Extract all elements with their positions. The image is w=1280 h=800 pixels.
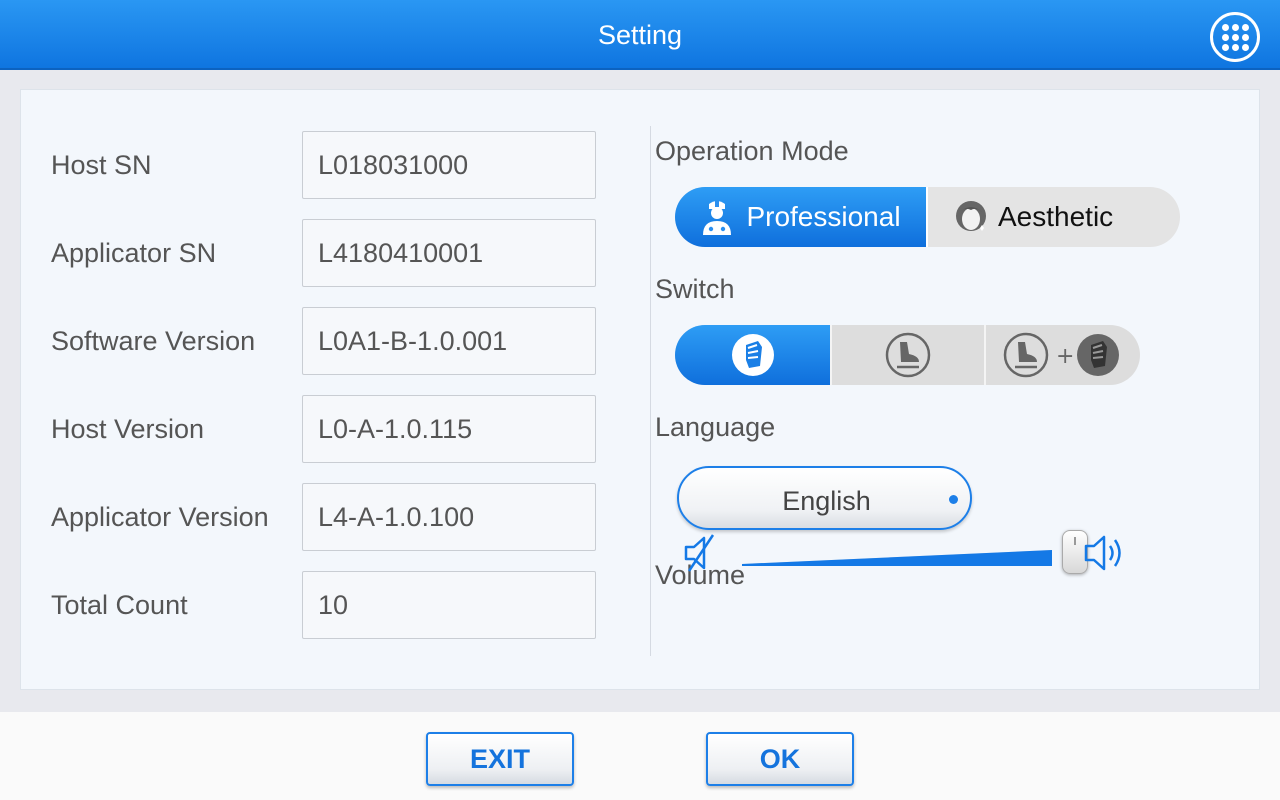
switch-foot-hand-button[interactable]: + xyxy=(984,325,1140,385)
mode-aesthetic-button[interactable]: Aesthetic xyxy=(926,187,1180,247)
hand-applicator-icon xyxy=(731,334,774,376)
total-count-field: 10 xyxy=(302,571,596,639)
software-version-label: Software Version xyxy=(51,326,256,356)
ok-button[interactable]: OK xyxy=(706,732,854,786)
applicator-version-label: Applicator Version xyxy=(51,502,269,532)
host-sn-field: L018031000 xyxy=(302,131,596,199)
foot-plus-hand-icon: + xyxy=(1003,332,1119,378)
switch-label: Switch xyxy=(655,274,735,304)
woman-face-icon xyxy=(956,201,986,231)
language-value: English xyxy=(782,486,871,516)
column-divider xyxy=(650,126,651,656)
doctor-icon xyxy=(703,201,732,235)
svg-text:+: + xyxy=(1056,344,1074,369)
switch-foot-button[interactable] xyxy=(830,325,984,385)
title-bar: Setting xyxy=(0,0,1280,70)
dropdown-indicator-icon xyxy=(949,495,958,504)
host-version-label: Host Version xyxy=(51,414,205,444)
switch-toggle: + xyxy=(675,325,1140,385)
settings-panel: Host SN L018031000 Applicator SN L418041… xyxy=(20,89,1260,690)
host-version-field: L0-A-1.0.115 xyxy=(302,395,596,463)
foot-switch-icon xyxy=(885,332,931,378)
operation-mode-label: Operation Mode xyxy=(655,136,849,166)
mode-professional-button[interactable]: Professional xyxy=(675,187,926,247)
mode-aesthetic-label: Aesthetic xyxy=(998,201,1114,232)
apps-grid-icon[interactable] xyxy=(1210,12,1260,62)
volume-mute-icon[interactable] xyxy=(683,533,719,573)
applicator-version-field: L4-A-1.0.100 xyxy=(302,483,596,551)
operation-mode-toggle: Professional Aesthetic xyxy=(675,187,1180,247)
software-version-field: L0A1-B-1.0.001 xyxy=(302,307,596,375)
volume-max-icon[interactable] xyxy=(1083,532,1129,574)
total-count-label: Total Count xyxy=(51,590,188,620)
footer-bar: EXIT OK xyxy=(0,712,1280,800)
exit-button[interactable]: EXIT xyxy=(426,732,574,786)
host-sn-label: Host SN xyxy=(51,150,152,180)
page-title: Setting xyxy=(597,20,683,50)
mode-professional-label: Professional xyxy=(746,201,901,232)
language-label: Language xyxy=(655,412,776,442)
applicator-sn-field: L4180410001 xyxy=(302,219,596,287)
language-select[interactable]: English xyxy=(677,466,972,530)
volume-slider-track[interactable] xyxy=(740,548,1054,574)
switch-hand-button[interactable] xyxy=(675,325,830,385)
applicator-sn-label: Applicator SN xyxy=(51,238,217,268)
